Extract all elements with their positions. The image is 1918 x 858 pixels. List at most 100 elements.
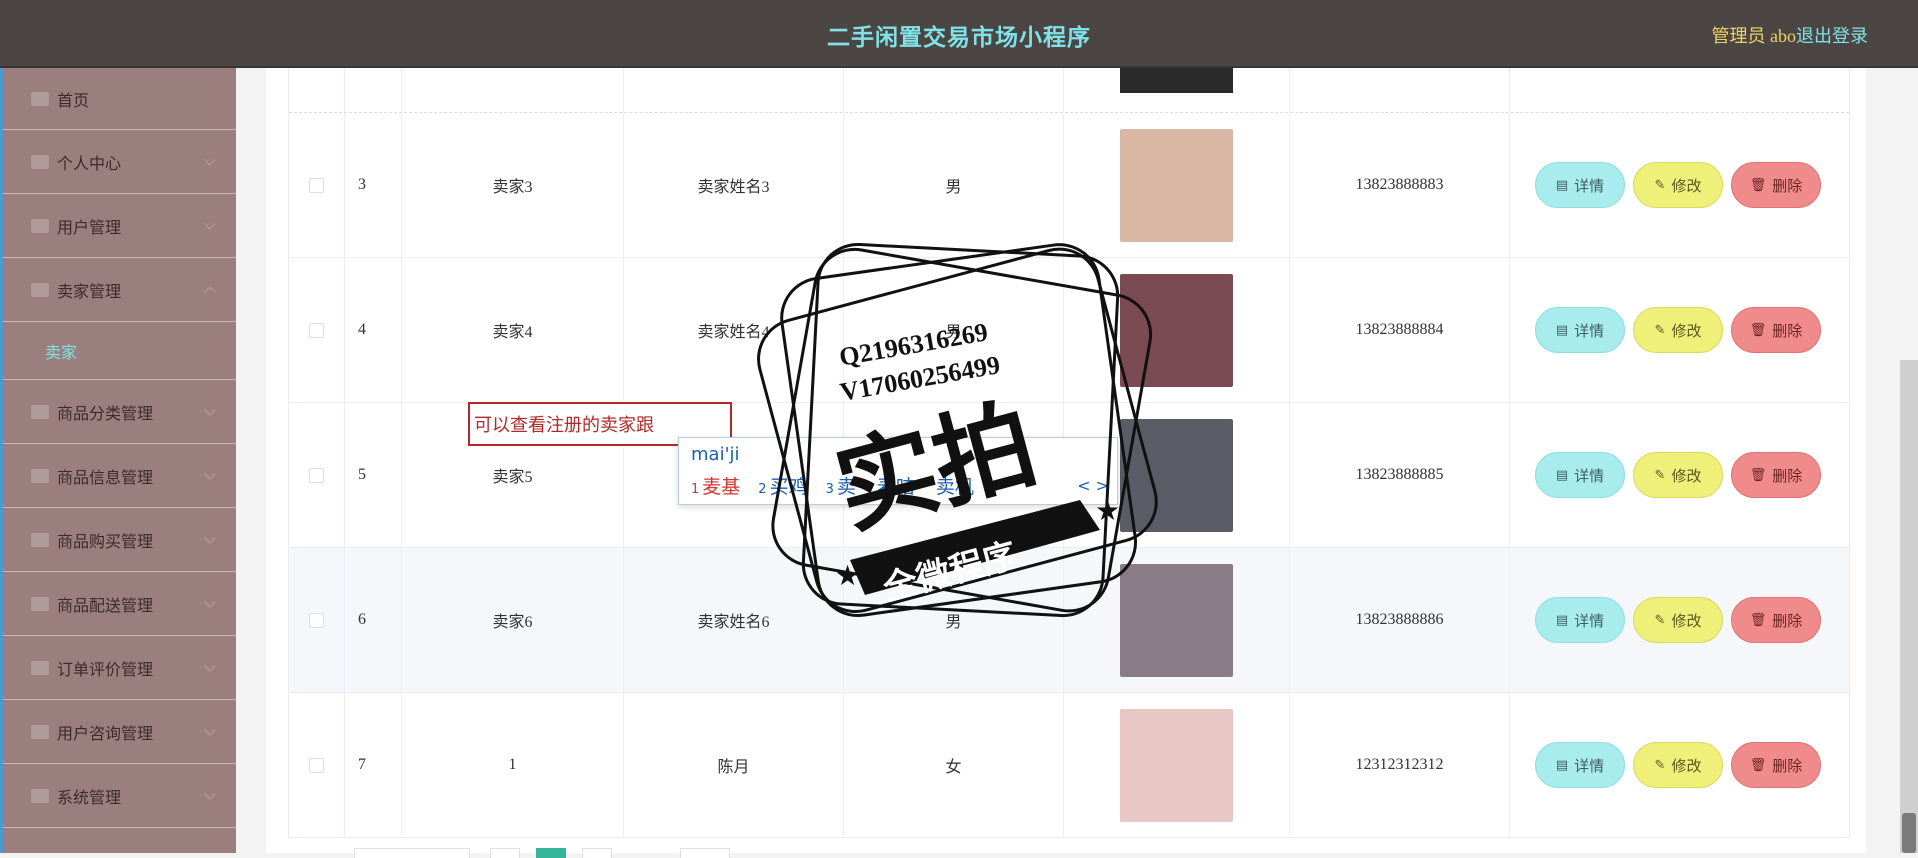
cell-seller-name: 陈月 bbox=[624, 693, 844, 837]
page-jump-input[interactable] bbox=[680, 848, 730, 858]
star-icon: ★ bbox=[835, 559, 860, 592]
admin-label: 管理员 abo bbox=[1711, 26, 1797, 46]
scrollbar[interactable] bbox=[1900, 360, 1918, 853]
trash-icon: 🗑 bbox=[1749, 467, 1767, 483]
table-row: 7 1 陈月 女 12312312312 ▤ 详情 ✎ 修改 🗑 删除 bbox=[289, 693, 1849, 838]
cell-phone: 13823888884 bbox=[1290, 258, 1510, 402]
row-checkbox[interactable] bbox=[309, 322, 324, 338]
sidebar-item-purchases[interactable]: 商品购买管理 bbox=[3, 508, 236, 572]
pencil-icon: ✎ bbox=[1654, 467, 1666, 483]
trash-icon: 🗑 bbox=[1749, 322, 1767, 338]
row-checkbox[interactable] bbox=[309, 177, 324, 193]
trash-icon: 🗑 bbox=[1749, 177, 1767, 193]
detail-button[interactable]: ▤ 详情 bbox=[1535, 162, 1625, 208]
scrollbar-thumb[interactable] bbox=[1902, 813, 1916, 853]
row-checkbox[interactable] bbox=[309, 467, 324, 483]
edit-button[interactable]: ✎ 修改 bbox=[1633, 452, 1723, 498]
sidebar-item-label: 商品信息管理 bbox=[57, 467, 154, 487]
document-icon: ▤ bbox=[1555, 757, 1569, 773]
pencil-icon: ✎ bbox=[1654, 322, 1666, 338]
chevron-down-icon bbox=[204, 468, 216, 480]
chevron-down-icon bbox=[204, 218, 216, 230]
pencil-icon: ✎ bbox=[1654, 612, 1666, 628]
sidebar-item-categories[interactable]: 商品分类管理 bbox=[3, 380, 236, 444]
sidebar-item-delivery[interactable]: 商品配送管理 bbox=[3, 572, 236, 636]
sidebar-item-products[interactable]: 商品信息管理 bbox=[3, 444, 236, 508]
trash-icon: 🗑 bbox=[1749, 757, 1767, 773]
detail-button[interactable]: ▤ 详情 bbox=[1535, 307, 1625, 353]
edit-button[interactable]: ✎ 修改 bbox=[1633, 742, 1723, 788]
document-icon: ▤ bbox=[1555, 612, 1569, 628]
sidebar-item-label: 首页 bbox=[57, 90, 90, 110]
delete-button[interactable]: 🗑 删除 bbox=[1731, 307, 1821, 353]
prev-page-button[interactable] bbox=[490, 848, 520, 858]
cell-phone: 13823888883 bbox=[1290, 113, 1510, 257]
chevron-down-icon bbox=[204, 154, 216, 166]
row-checkbox[interactable] bbox=[309, 757, 324, 773]
page-size-select[interactable] bbox=[354, 848, 470, 858]
sidebar-item-reviews[interactable]: 订单评价管理 bbox=[3, 636, 236, 700]
sidebar-subitem-seller[interactable]: 卖家 bbox=[3, 322, 236, 380]
settings-icon bbox=[31, 788, 49, 803]
app-header: 二手闲置交易市场小程序 管理员 abo 退出登录 bbox=[0, 0, 1918, 68]
detail-button[interactable]: ▤ 详情 bbox=[1535, 742, 1625, 788]
user-icon bbox=[31, 154, 49, 169]
cell-seller-account: 卖家3 bbox=[402, 113, 624, 257]
sidebar-item-system[interactable]: 系统管理 bbox=[3, 764, 236, 828]
chevron-up-icon bbox=[204, 286, 216, 298]
sidebar-item-label: 用户管理 bbox=[57, 217, 122, 237]
sidebar-item-users[interactable]: 用户管理 bbox=[3, 194, 236, 258]
delete-button[interactable]: 🗑 删除 bbox=[1731, 742, 1821, 788]
review-icon bbox=[31, 660, 49, 675]
sidebar-item-consult[interactable]: 用户咨询管理 bbox=[3, 700, 236, 764]
detail-button[interactable]: ▤ 详情 bbox=[1535, 452, 1625, 498]
edit-button[interactable]: ✎ 修改 bbox=[1633, 597, 1723, 643]
cart-icon bbox=[31, 532, 49, 547]
page-button[interactable] bbox=[582, 848, 612, 858]
cell-phone: 13823888885 bbox=[1290, 403, 1510, 547]
app-title: 二手闲置交易市场小程序 bbox=[827, 25, 1091, 51]
sidebar-item-home[interactable]: 首页 bbox=[3, 68, 236, 130]
sidebar-item-label: 商品分类管理 bbox=[57, 403, 154, 423]
sidebar-item-label: 商品配送管理 bbox=[57, 595, 154, 615]
edit-button[interactable]: ✎ 修改 bbox=[1633, 162, 1723, 208]
detail-button[interactable]: ▤ 详情 bbox=[1535, 597, 1625, 643]
table-row-partial bbox=[289, 67, 1849, 113]
watermark-stamp: Q2196316269 V17060256499 实拍 全微程序 ★ ★ bbox=[757, 242, 1158, 618]
pagination bbox=[354, 848, 754, 858]
home-icon bbox=[31, 91, 49, 106]
cell-index: 4 bbox=[345, 258, 402, 402]
seller-photo bbox=[1120, 67, 1233, 93]
cell-seller-account: 1 bbox=[402, 693, 624, 837]
sidebar-item-profile[interactable]: 个人中心 bbox=[3, 130, 236, 194]
row-checkbox[interactable] bbox=[309, 612, 324, 628]
cell-index: 5 bbox=[345, 403, 402, 547]
delete-button[interactable]: 🗑 删除 bbox=[1731, 162, 1821, 208]
page-button[interactable] bbox=[536, 848, 566, 858]
trash-icon: 🗑 bbox=[1749, 612, 1767, 628]
cell-phone: 12312312312 bbox=[1290, 693, 1510, 837]
sidebar: 首页 个人中心 用户管理 卖家管理 卖家 商品分类管理 商品信息管理 商品购买管… bbox=[0, 68, 236, 853]
chevron-down-icon bbox=[204, 404, 216, 416]
sidebar-item-sellers[interactable]: 卖家管理 bbox=[3, 258, 236, 322]
cell-phone: 13823888886 bbox=[1290, 548, 1510, 692]
sidebar-item-label: 个人中心 bbox=[57, 153, 122, 173]
product-icon bbox=[31, 468, 49, 483]
edit-button[interactable]: ✎ 修改 bbox=[1633, 307, 1723, 353]
ime-input: mai'ji bbox=[691, 444, 740, 465]
sidebar-item-label: 商品购买管理 bbox=[57, 531, 154, 551]
cell-index: 3 bbox=[345, 113, 402, 257]
document-icon: ▤ bbox=[1555, 322, 1569, 338]
delete-button[interactable]: 🗑 删除 bbox=[1731, 597, 1821, 643]
logout-link[interactable]: 退出登录 bbox=[1796, 22, 1868, 48]
chevron-down-icon bbox=[204, 596, 216, 608]
sidebar-item-label: 订单评价管理 bbox=[57, 659, 154, 679]
sidebar-item-label: 用户咨询管理 bbox=[57, 723, 154, 743]
delete-button[interactable]: 🗑 删除 bbox=[1731, 452, 1821, 498]
category-icon bbox=[31, 404, 49, 419]
pencil-icon: ✎ bbox=[1654, 177, 1666, 193]
ime-candidate[interactable]: 1 麦基 bbox=[691, 472, 740, 499]
annotation-text: 可以查看注册的卖家跟 bbox=[474, 415, 654, 436]
chevron-down-icon bbox=[204, 724, 216, 736]
chevron-down-icon bbox=[204, 788, 216, 800]
